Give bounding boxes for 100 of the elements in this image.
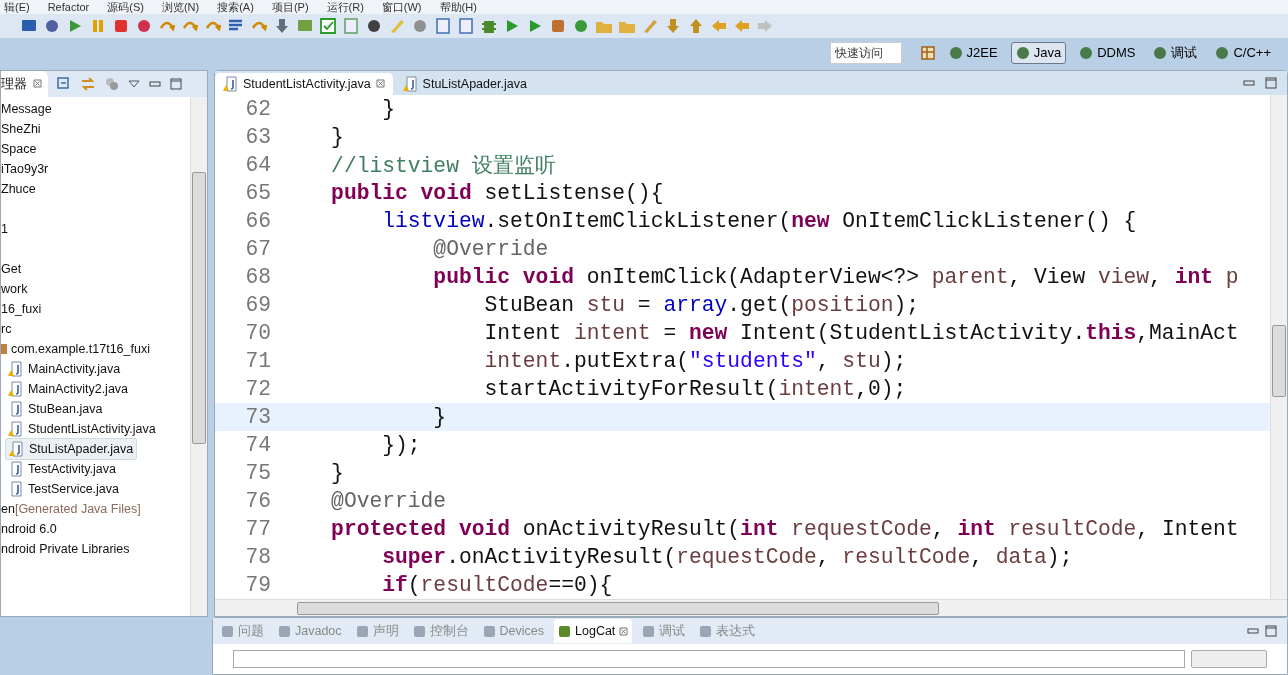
perspective-button[interactable]: Java (1010, 41, 1067, 64)
code-line: }); (381, 432, 421, 457)
quick-access-field[interactable]: 快速访问 (829, 41, 902, 64)
perspective-button[interactable]: DDMS (1074, 41, 1141, 64)
tree-item[interactable]: Message (1, 98, 52, 119)
code-line: public void onItemClick(AdapterView<?> parent, View view, int p (432, 264, 1239, 289)
code-line: if(resultCode==0){ (381, 572, 613, 597)
line-number: 64 (244, 152, 272, 177)
line-number: 65 (244, 180, 272, 205)
line-number: 72 (244, 376, 272, 401)
view-tab[interactable]: LogCat (554, 619, 633, 643)
tree-item[interactable]: ndroid 6.0 (1, 518, 57, 539)
next-annotation-icon[interactable] (664, 16, 682, 35)
code-line: Intent intent = new Intent(StudentListActivity.this,MainAct (483, 320, 1239, 345)
code-line: @Override (432, 236, 549, 261)
code-line: protected void onActivityResult(int requestCode, int resultCode, Intent (330, 516, 1239, 541)
line-number: 76 (244, 488, 272, 513)
code-line: } (330, 460, 344, 485)
open-perspective-icon[interactable] (919, 44, 936, 61)
line-number: 67 (244, 236, 272, 261)
code-line: //listview 设置监听 (330, 153, 556, 180)
tree-item[interactable]: 1 (1, 218, 8, 239)
menu-item[interactable]: 窗口(W) (381, 0, 422, 14)
scrollbar[interactable] (215, 599, 1287, 616)
maximize-icon[interactable] (1265, 76, 1277, 89)
minimize-icon[interactable] (149, 80, 161, 87)
code-line: } (330, 124, 344, 149)
menu-item[interactable]: 辑(E) (4, 0, 30, 14)
line-number: 78 (244, 544, 272, 569)
perspective-icon (1015, 45, 1030, 60)
view-menu-icon[interactable] (128, 79, 140, 88)
new-file-icon[interactable] (342, 16, 360, 35)
tree-item[interactable]: rc (1, 318, 12, 339)
level-dropdown[interactable] (1191, 650, 1267, 668)
code-line: public void setListense(){ (330, 180, 664, 205)
line-number: 75 (244, 460, 272, 485)
perspective-icon (948, 45, 963, 60)
tree-item[interactable]: TestService.java (5, 478, 122, 499)
tree-item[interactable]: StuBean.java (5, 398, 106, 419)
menu-item[interactable]: 搜索(A) (217, 0, 254, 14)
menu-item[interactable]: 源码(S) (107, 0, 144, 14)
tree-item[interactable]: Space (1, 138, 37, 159)
document-icon[interactable] (434, 16, 452, 35)
line-number: 69 (244, 292, 272, 317)
tree-item[interactable]: com.example.t17t16_fuxi (11, 338, 150, 359)
line-number: 70 (244, 320, 272, 345)
perspective-icon (1153, 45, 1168, 60)
close-icon[interactable] (375, 79, 385, 89)
line-number: 79 (244, 572, 272, 597)
tree-item[interactable]: ndroid Private Libraries (1, 538, 130, 559)
perspective-button[interactable]: J2EE (943, 41, 1003, 64)
minimize-icon[interactable] (1247, 628, 1259, 634)
close-icon[interactable] (619, 626, 629, 636)
line-number: 71 (244, 348, 272, 373)
editor-tab[interactable]: StudentListActivity.java (215, 72, 393, 95)
code-line: startActivityForResult(intent,0); (483, 376, 907, 401)
menu-item[interactable]: Refactor (47, 0, 90, 14)
search-field[interactable] (233, 650, 1185, 668)
close-icon[interactable] (33, 79, 42, 89)
tree-item[interactable]: StuListApader.java (5, 437, 138, 460)
line-number: 77 (244, 516, 272, 541)
perspective-button[interactable]: 调试 (1148, 41, 1203, 64)
menu-item[interactable]: 项目(P) (271, 0, 309, 14)
menu-item[interactable]: 运行(R) (326, 0, 364, 14)
tree-item[interactable]: MainActivity.java (5, 358, 124, 379)
code-line: } (381, 96, 396, 121)
menu-item[interactable]: 浏览(N) (161, 0, 200, 14)
maximize-icon[interactable] (170, 77, 182, 90)
code-line: } (432, 404, 447, 429)
code-line: listview.setOnItemClickListener(new OnItemClickListener() { (381, 208, 1137, 233)
tree-item[interactable]: TestActivity.java (5, 458, 119, 479)
code-line: intent.putExtra("students", stu); (483, 348, 907, 373)
tree-item[interactable]: MainActivity2.java (5, 378, 132, 399)
perspective-button[interactable]: C/C++ (1210, 41, 1276, 64)
tree-item[interactable]: iTao9y3r (1, 158, 49, 179)
package-icon (1, 343, 7, 354)
tree-item[interactable]: StudentListActivity.java (5, 418, 159, 439)
line-number: 74 (244, 432, 272, 457)
collapse-all-icon[interactable] (57, 76, 71, 91)
tree-item[interactable]: SheZhi (1, 118, 41, 139)
maximize-icon[interactable] (1265, 625, 1277, 637)
scrollbar[interactable] (1270, 94, 1287, 599)
perspective-icon (1215, 45, 1230, 60)
code-line: StuBean stu = array.get(position); (483, 292, 920, 317)
line-number: 68 (244, 264, 272, 289)
line-number: 73 (244, 404, 272, 429)
line-number: 63 (244, 124, 272, 149)
minimize-icon[interactable] (1243, 79, 1255, 86)
download-icon[interactable] (273, 16, 291, 35)
tree-item[interactable]: Zhuce (1, 178, 36, 199)
tree-item[interactable]: en[Generated Java Files] (1, 498, 141, 519)
checkbox-icon[interactable] (319, 16, 337, 35)
menu-item[interactable]: 帮助(H) (439, 0, 477, 14)
code-line: @Override (330, 488, 447, 513)
scrollbar[interactable] (190, 96, 207, 616)
link-arrows-icon[interactable] (80, 76, 96, 91)
perspective-icon (1079, 45, 1094, 60)
tree-item[interactable]: 16_fuxi (1, 298, 42, 319)
tree-item[interactable]: Get (1, 258, 22, 279)
tree-item[interactable]: work (1, 278, 28, 299)
